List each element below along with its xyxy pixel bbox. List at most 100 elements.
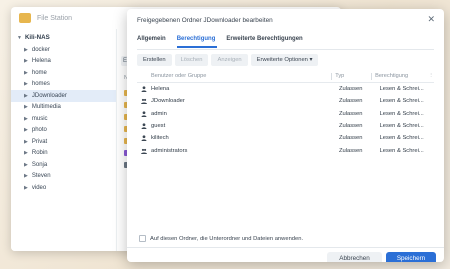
user-icon [141, 135, 147, 142]
close-icon[interactable]: ✕ [427, 14, 435, 25]
table-row[interactable]: JDownloader Zulassen Lesen & Schrei... [137, 95, 434, 107]
cell-type: Zulassen [338, 147, 363, 154]
caret-right-icon[interactable]: ▶ [24, 81, 28, 87]
column-permission[interactable]: Berechtigung [375, 73, 428, 79]
caret-right-icon[interactable]: ▶ [24, 139, 28, 145]
view-button[interactable]: Anzeigen [211, 54, 248, 66]
tab-permission[interactable]: Berechtigung [177, 36, 216, 42]
group-icon [141, 148, 147, 154]
column-separator [331, 72, 333, 80]
cell-type: Zulassen [338, 110, 363, 117]
table-row[interactable]: administrators Zulassen Lesen & Schrei... [137, 144, 434, 156]
tree-item[interactable]: ▶ Robin [11, 148, 116, 160]
caret-right-icon[interactable]: ▶ [24, 47, 28, 53]
tree-item[interactable]: ▶ Steven [11, 171, 116, 183]
permission-table: Benutzer oder Gruppe Typ Berechtigung ⋮ … [137, 70, 434, 157]
cell-type: Zulassen [338, 98, 363, 105]
tree-item-label: Multimedia [31, 104, 61, 111]
tree-item[interactable]: ▶ Multimedia [11, 102, 116, 114]
caret-right-icon[interactable]: ▶ [24, 104, 28, 110]
caret-right-icon[interactable]: ▶ [24, 185, 28, 191]
table-row[interactable]: Helena Zulassen Lesen & Schrei... [137, 83, 434, 95]
caret-right-icon[interactable]: ▶ [24, 70, 28, 76]
tree-item-label: Helena [31, 58, 51, 65]
tree-item-label: home [31, 69, 47, 76]
cell-user-group: JDownloader [137, 98, 335, 105]
tree-root[interactable]: ▼ Kili-NAS [11, 29, 116, 44]
cell-name: Helena [151, 86, 170, 93]
folder-tree: ▼ Kili-NAS ▶ docker ▶ Helena ▶ home ▶ homes ▶ JDo… [11, 29, 117, 251]
column-user-group[interactable]: Benutzer oder Gruppe [137, 73, 331, 79]
cell-permission: Lesen & Schrei... [379, 147, 424, 154]
table-row[interactable]: kilitech Zulassen Lesen & Schrei... [137, 132, 434, 144]
tree-item[interactable]: ▶ video [11, 182, 116, 194]
cell-user-group: admin [137, 111, 335, 117]
column-separator [371, 72, 373, 80]
cell-permission: Lesen & Schrei... [379, 98, 424, 105]
tree-item-label: JDownloader [31, 92, 67, 99]
tab-divider [137, 49, 434, 50]
cell-permission: Lesen & Schrei... [379, 123, 424, 130]
caret-right-icon[interactable]: ▶ [24, 127, 28, 133]
caret-right-icon[interactable]: ▶ [24, 150, 28, 156]
apply-recursive-option[interactable]: Auf diesen Ordner, die Unterordner und D… [139, 235, 303, 242]
cell-name: admin [151, 110, 167, 117]
create-button[interactable]: Erstellen [137, 54, 172, 66]
user-icon [141, 111, 147, 117]
edit-shared-folder-dialog: Freigegebenen Ordner JDownloader bearbei… [127, 9, 444, 262]
tree-item-label: photo [31, 127, 47, 134]
caret-down-icon[interactable]: ▼ [17, 35, 22, 41]
advanced-options-dropdown[interactable]: Erweiterte Optionen ▾ [250, 54, 319, 66]
table-row[interactable]: guest Zulassen Lesen & Schrei... [137, 120, 434, 132]
file-station-icon [19, 13, 31, 23]
cell-user-group: kilitech [137, 135, 335, 142]
cell-name: guest [151, 123, 166, 130]
user-icon [141, 86, 147, 93]
tree-item[interactable]: ▶ JDownloader [11, 90, 116, 102]
caret-right-icon[interactable]: ▶ [24, 116, 28, 122]
caret-right-icon[interactable]: ▶ [24, 162, 28, 168]
cell-user-group: administrators [137, 148, 335, 154]
column-menu-icon[interactable]: ⋮ [428, 73, 434, 79]
apply-recursive-checkbox[interactable] [139, 235, 146, 242]
tree-item-label: video [31, 184, 47, 191]
dialog-title: Freigegebenen Ordner JDownloader bearbei… [137, 17, 273, 24]
caret-right-icon[interactable]: ▶ [24, 58, 28, 64]
cell-type: Zulassen [338, 86, 363, 93]
tree-item[interactable]: ▶ docker [11, 44, 116, 56]
delete-button[interactable]: Löschen [174, 54, 209, 66]
tree-item[interactable]: ▶ music [11, 113, 116, 125]
tab-general[interactable]: Allgemein [137, 36, 166, 42]
tree-item[interactable]: ▶ Privat [11, 136, 116, 148]
caret-right-icon[interactable]: ▶ [24, 93, 28, 99]
tab-bar: Allgemein Berechtigung Erweiterte Berech… [137, 36, 303, 42]
user-icon [141, 123, 147, 130]
cell-permission: Lesen & Schrei... [379, 135, 424, 142]
tree-item[interactable]: ▶ photo [11, 125, 116, 137]
group-icon [141, 98, 147, 105]
tree-root-label: Kili-NAS [24, 34, 50, 41]
cancel-button[interactable]: Abbrechen [327, 252, 382, 262]
table-row[interactable]: admin Zulassen Lesen & Schrei... [137, 108, 434, 120]
column-type[interactable]: Typ [335, 73, 371, 79]
tab-advanced-permissions[interactable]: Erweiterte Berechtigungen [226, 36, 302, 42]
table-header: Benutzer oder Gruppe Typ Berechtigung ⋮ [137, 70, 434, 83]
cell-type: Zulassen [338, 123, 363, 130]
cell-permission: Lesen & Schrei... [379, 110, 424, 117]
footer-divider [127, 247, 444, 248]
caret-right-icon[interactable]: ▶ [24, 173, 28, 179]
tree-item[interactable]: ▶ home [11, 67, 116, 79]
cell-name: JDownloader [151, 98, 185, 105]
tree-item-label: Steven [31, 173, 51, 180]
save-button[interactable]: Speichern [386, 252, 436, 262]
tree-item[interactable]: ▶ homes [11, 79, 116, 91]
tree-item[interactable]: ▶ Helena [11, 56, 116, 68]
cell-name: kilitech [151, 135, 169, 142]
tree-item-label: homes [31, 81, 50, 88]
tree-item[interactable]: ▶ Sonja [11, 159, 116, 171]
apply-recursive-label: Auf diesen Ordner, die Unterordner und D… [150, 235, 304, 242]
tree-item-label: docker [31, 46, 50, 53]
cell-type: Zulassen [338, 135, 363, 142]
tree-item-label: Sonja [31, 161, 48, 168]
tree-item-label: Robin [31, 150, 48, 157]
